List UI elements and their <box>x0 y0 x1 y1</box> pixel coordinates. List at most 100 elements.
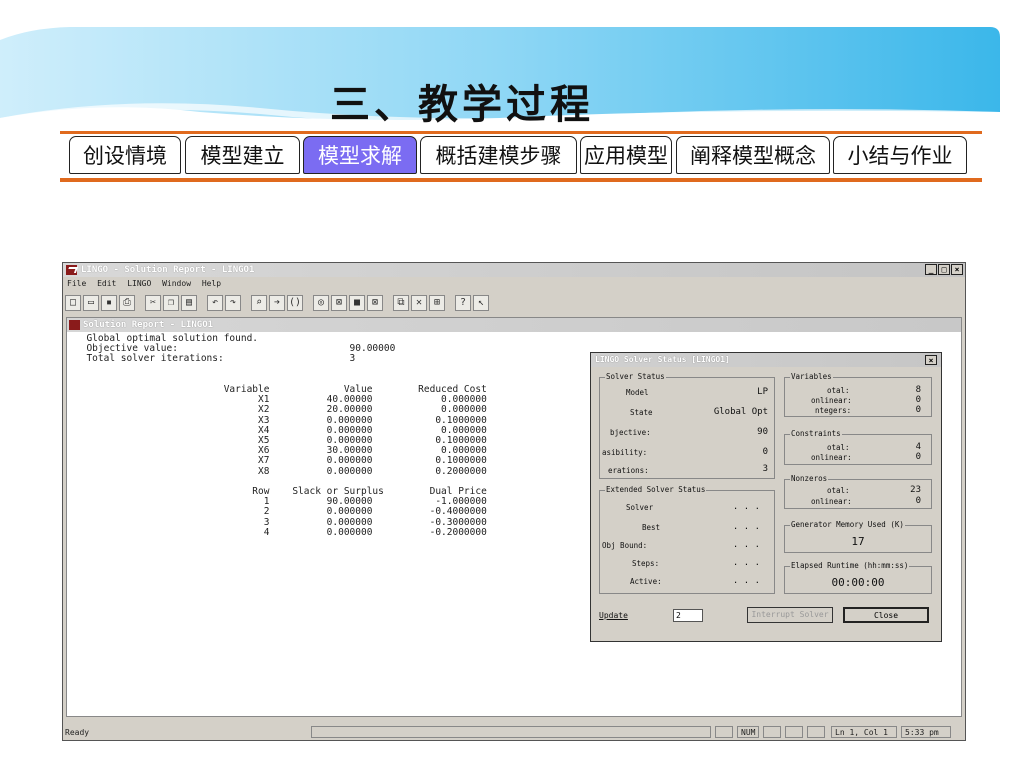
interrupt-solver-button[interactable]: Interrupt Solver <box>747 607 833 623</box>
menu-help[interactable]: Help <box>202 277 221 291</box>
update-label: Update <box>599 611 628 620</box>
save-icon[interactable]: ▪ <box>101 295 117 311</box>
objective-value: 90 <box>757 427 768 437</box>
close-all-icon[interactable]: ✕ <box>411 295 427 311</box>
undo-icon[interactable]: ↶ <box>207 295 223 311</box>
solution-report-text[interactable]: Global optimal solution found. Objective… <box>75 333 486 538</box>
status-panel-empty <box>311 726 711 738</box>
find-icon[interactable]: ⌕ <box>251 295 267 311</box>
solver-status-group: Solver Status Model LP State Global Opt … <box>599 372 775 479</box>
menu-lingo[interactable]: LINGO <box>127 277 151 291</box>
window-controls: _ □ × <box>925 264 963 275</box>
status-position: Ln 1, Col 1 <box>831 726 897 738</box>
ext-best-value: . . . <box>732 522 760 532</box>
tab-summary-homework[interactable]: 小结与作业 <box>833 136 967 174</box>
nonzeros-group: Nonzeros otal: 23 onlinear: 0 <box>784 474 932 509</box>
tab-apply-model[interactable]: 应用模型 <box>580 136 672 174</box>
solver-status-dialog: LINGO Solver Status [LINGO1] × Solver St… <box>590 352 942 642</box>
lingo-app-icon <box>66 265 77 275</box>
stop-icon[interactable]: ■ <box>349 295 365 311</box>
solution-icon[interactable]: ⊠ <box>331 295 347 311</box>
window-title: LINGO - Solution Report - LINGO1 <box>81 265 255 275</box>
constraints-group: Constraints otal: 4 onlinear: 0 <box>784 429 932 465</box>
ext-solver-value: . . . <box>732 502 760 512</box>
maximize-button[interactable]: □ <box>938 264 950 275</box>
close-dialog-button[interactable]: Close <box>843 607 929 623</box>
print-icon[interactable]: ⎙ <box>119 295 135 311</box>
dialog-titlebar: LINGO Solver Status [LINGO1] × <box>591 353 941 367</box>
update-interval-input[interactable]: 2 <box>673 609 703 622</box>
nz-nonlinear-value: 0 <box>915 496 921 506</box>
menu-window[interactable]: Window <box>162 277 191 291</box>
memory-label: Generator Memory Used (K) <box>790 520 905 529</box>
con-nonlinear-label: onlinear: <box>811 453 852 462</box>
status-num: NUM <box>737 726 759 738</box>
minimize-button[interactable]: _ <box>925 264 937 275</box>
infeasibility-label: asibility: <box>602 448 648 457</box>
close-window-button[interactable]: × <box>951 264 963 275</box>
tab-summarize-steps[interactable]: 概括建模步骤 <box>420 136 577 174</box>
constraints-label: Constraints <box>790 429 842 438</box>
status-panel-empty-5 <box>807 726 825 738</box>
state-value: Global Opt <box>713 407 768 417</box>
solution-report-titlebar: Solution Report - LINGO1 <box>67 318 961 332</box>
solve-icon[interactable]: ◎ <box>313 295 329 311</box>
menu-file[interactable]: File <box>67 277 86 291</box>
status-panel-empty-2 <box>715 726 733 738</box>
ext-solver-label: Solver <box>626 503 654 512</box>
menu-bar: File Edit LINGO Window Help <box>63 277 965 291</box>
copy-icon[interactable]: ❐ <box>163 295 179 311</box>
variables-group: Variables otal: 8 onlinear: 0 ntegers: 0 <box>784 372 932 417</box>
goto-icon[interactable]: ➔ <box>269 295 285 311</box>
close-icon[interactable]: ⊠ <box>367 295 383 311</box>
model-value: LP <box>757 387 768 397</box>
con-total-label: otal: <box>827 443 850 452</box>
status-panel-empty-3 <box>763 726 781 738</box>
help-icon[interactable]: ? <box>455 295 471 311</box>
report-icon <box>69 320 80 330</box>
var-nonlinear-value: 0 <box>915 395 921 405</box>
tile-icon[interactable]: ⊞ <box>429 295 445 311</box>
redo-icon[interactable]: ↷ <box>225 295 241 311</box>
ext-best-label: Best <box>642 523 661 532</box>
ext-active-label: Active: <box>630 577 662 586</box>
iterations-value: 3 <box>762 464 768 474</box>
open-icon[interactable]: ▭ <box>83 295 99 311</box>
match-paren-icon[interactable]: () <box>287 295 303 311</box>
nz-total-value: 23 <box>910 485 921 495</box>
model-label: Model <box>626 388 649 397</box>
status-panel-empty-4 <box>785 726 803 738</box>
runtime-label: Elapsed Runtime (hh:mm:ss) <box>790 561 910 570</box>
runtime-group: Elapsed Runtime (hh:mm:ss) 00:00:00 <box>784 561 932 594</box>
new-icon[interactable]: □ <box>65 295 81 311</box>
status-time: 5:33 pm <box>901 726 951 738</box>
var-integers-value: 0 <box>915 405 921 415</box>
ext-steps-value: . . . <box>732 558 760 568</box>
nonzeros-label: Nonzeros <box>790 474 829 483</box>
memory-group: Generator Memory Used (K) 17 <box>784 520 932 553</box>
toolbar: □ ▭ ▪ ⎙ ✂ ❐ ▤ ↶ ↷ ⌕ ➔ () ◎ ⊠ ■ ⊠ ⧉ ✕ ⊞ ?… <box>65 293 545 313</box>
menu-edit[interactable]: Edit <box>97 277 116 291</box>
ext-steps-label: Steps: <box>632 559 660 568</box>
dialog-title: LINGO Solver Status [LINGO1] <box>595 355 730 364</box>
tab-explain-concepts[interactable]: 阐释模型概念 <box>676 136 830 174</box>
tab-model-building[interactable]: 模型建立 <box>185 136 300 174</box>
ext-active-value: . . . <box>732 576 760 586</box>
status-bar: Ready NUM Ln 1, Col 1 5:33 pm <box>63 725 965 740</box>
lingo-titlebar: LINGO - Solution Report - LINGO1 _ □ × <box>63 263 965 277</box>
runtime-value: 00:00:00 <box>831 576 885 589</box>
send-to-back-icon[interactable]: ⧉ <box>393 295 409 311</box>
tab-model-solving[interactable]: 模型求解 <box>303 136 417 174</box>
paste-icon[interactable]: ▤ <box>181 295 197 311</box>
context-help-icon[interactable]: ↖ <box>473 295 489 311</box>
dialog-close-icon[interactable]: × <box>925 355 937 365</box>
infeasibility-value: 0 <box>762 447 768 457</box>
tab-create-situation[interactable]: 创设情境 <box>69 136 181 174</box>
tab-bar-top-line <box>60 131 982 134</box>
cut-icon[interactable]: ✂ <box>145 295 161 311</box>
slide-tab-bar: 创设情境 模型建立 模型求解 概括建模步骤 应用模型 阐释模型概念 小结与作业 <box>60 131 982 183</box>
tab-bar-bottom-line <box>60 178 982 182</box>
ext-bound-label: Obj Bound: <box>602 541 648 550</box>
slide-title: 三、教学过程 <box>330 81 594 128</box>
extended-status-label: Extended Solver Status <box>605 485 707 494</box>
